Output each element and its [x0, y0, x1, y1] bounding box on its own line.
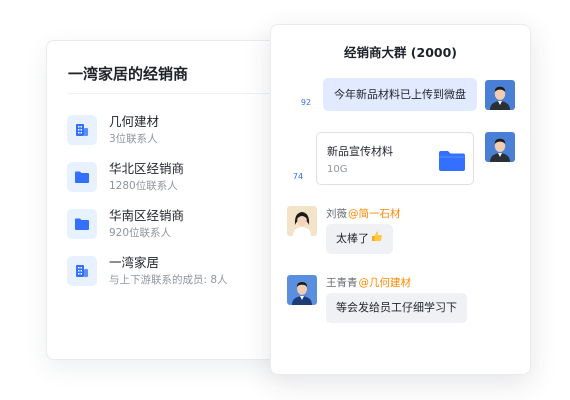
message-bubble[interactable]: 今年新品材料已上传到微盘	[323, 78, 477, 111]
message-bubble[interactable]: 等会发给员工仔细学习下	[326, 293, 467, 323]
dealer-member-count: 与上下游联系的成员: 8人	[109, 274, 228, 286]
sender-line: 王青青@几何建材	[326, 275, 411, 290]
dealer-item-jihe[interactable]: 几何建材 3位联系人	[67, 111, 287, 151]
dealer-name: 华南区经销商	[109, 208, 185, 223]
read-count[interactable]: 74	[290, 172, 306, 181]
avatar[interactable]	[287, 206, 317, 236]
read-count[interactable]: 92	[298, 98, 314, 107]
dealer-name: 几何建材	[109, 114, 160, 129]
file-card[interactable]: 新品宣传材料 10G	[316, 132, 474, 185]
sender-name[interactable]: 王青青	[326, 277, 358, 289]
dealer-name: 一湾家居	[109, 255, 160, 270]
dealer-contact-count: 1280位联系人	[109, 180, 178, 192]
dealer-name: 华北区经销商	[109, 161, 185, 176]
building-icon	[67, 256, 97, 286]
dealer-contact-count: 3位联系人	[109, 133, 158, 145]
avatar[interactable]	[287, 275, 317, 305]
dealer-list-title: 一湾家居的经销商	[68, 65, 189, 83]
group-chat-card: 经销商大群 (2000) 92 今年新品材料已上传到微盘 74 新品宣传材料 1…	[270, 24, 531, 375]
sender-line: 刘薇@简一石材	[326, 206, 401, 221]
dealer-item-north-china[interactable]: 华北区经销商 1280位联系人	[67, 158, 287, 198]
folder-icon	[438, 150, 466, 176]
message-bubble[interactable]: 太棒了	[326, 224, 393, 254]
sender-name[interactable]: 刘薇	[326, 208, 347, 220]
file-size: 10G	[327, 164, 348, 175]
avatar[interactable]	[485, 80, 515, 110]
mention-tag[interactable]: @简一石材	[348, 208, 401, 220]
dealer-contact-count: 920位联系人	[109, 227, 172, 239]
mention-tag[interactable]: @几何建材	[359, 277, 412, 289]
dealer-item-south-china[interactable]: 华南区经销商 920位联系人	[67, 205, 287, 245]
dealer-list-card: 一湾家居的经销商 几何建材 3位联系人 华北区经销商 1280位联系人 华南区经…	[46, 40, 292, 360]
file-name: 新品宣传材料	[327, 145, 393, 158]
chat-title: 经销商大群 (2000)	[343, 45, 458, 60]
stage: 一湾家居的经销商 几何建材 3位联系人 华北区经销商 1280位联系人 华南区经…	[0, 0, 570, 400]
dealer-item-yiwan[interactable]: 一湾家居 与上下游联系的成员: 8人	[67, 252, 287, 292]
thumbs-up-emoji-icon	[371, 224, 383, 254]
avatar[interactable]	[485, 132, 515, 162]
folder-icon	[67, 162, 97, 192]
building-icon	[67, 115, 97, 145]
divider	[68, 93, 291, 94]
message-text: 太棒了	[336, 232, 369, 245]
folder-icon	[67, 209, 97, 239]
